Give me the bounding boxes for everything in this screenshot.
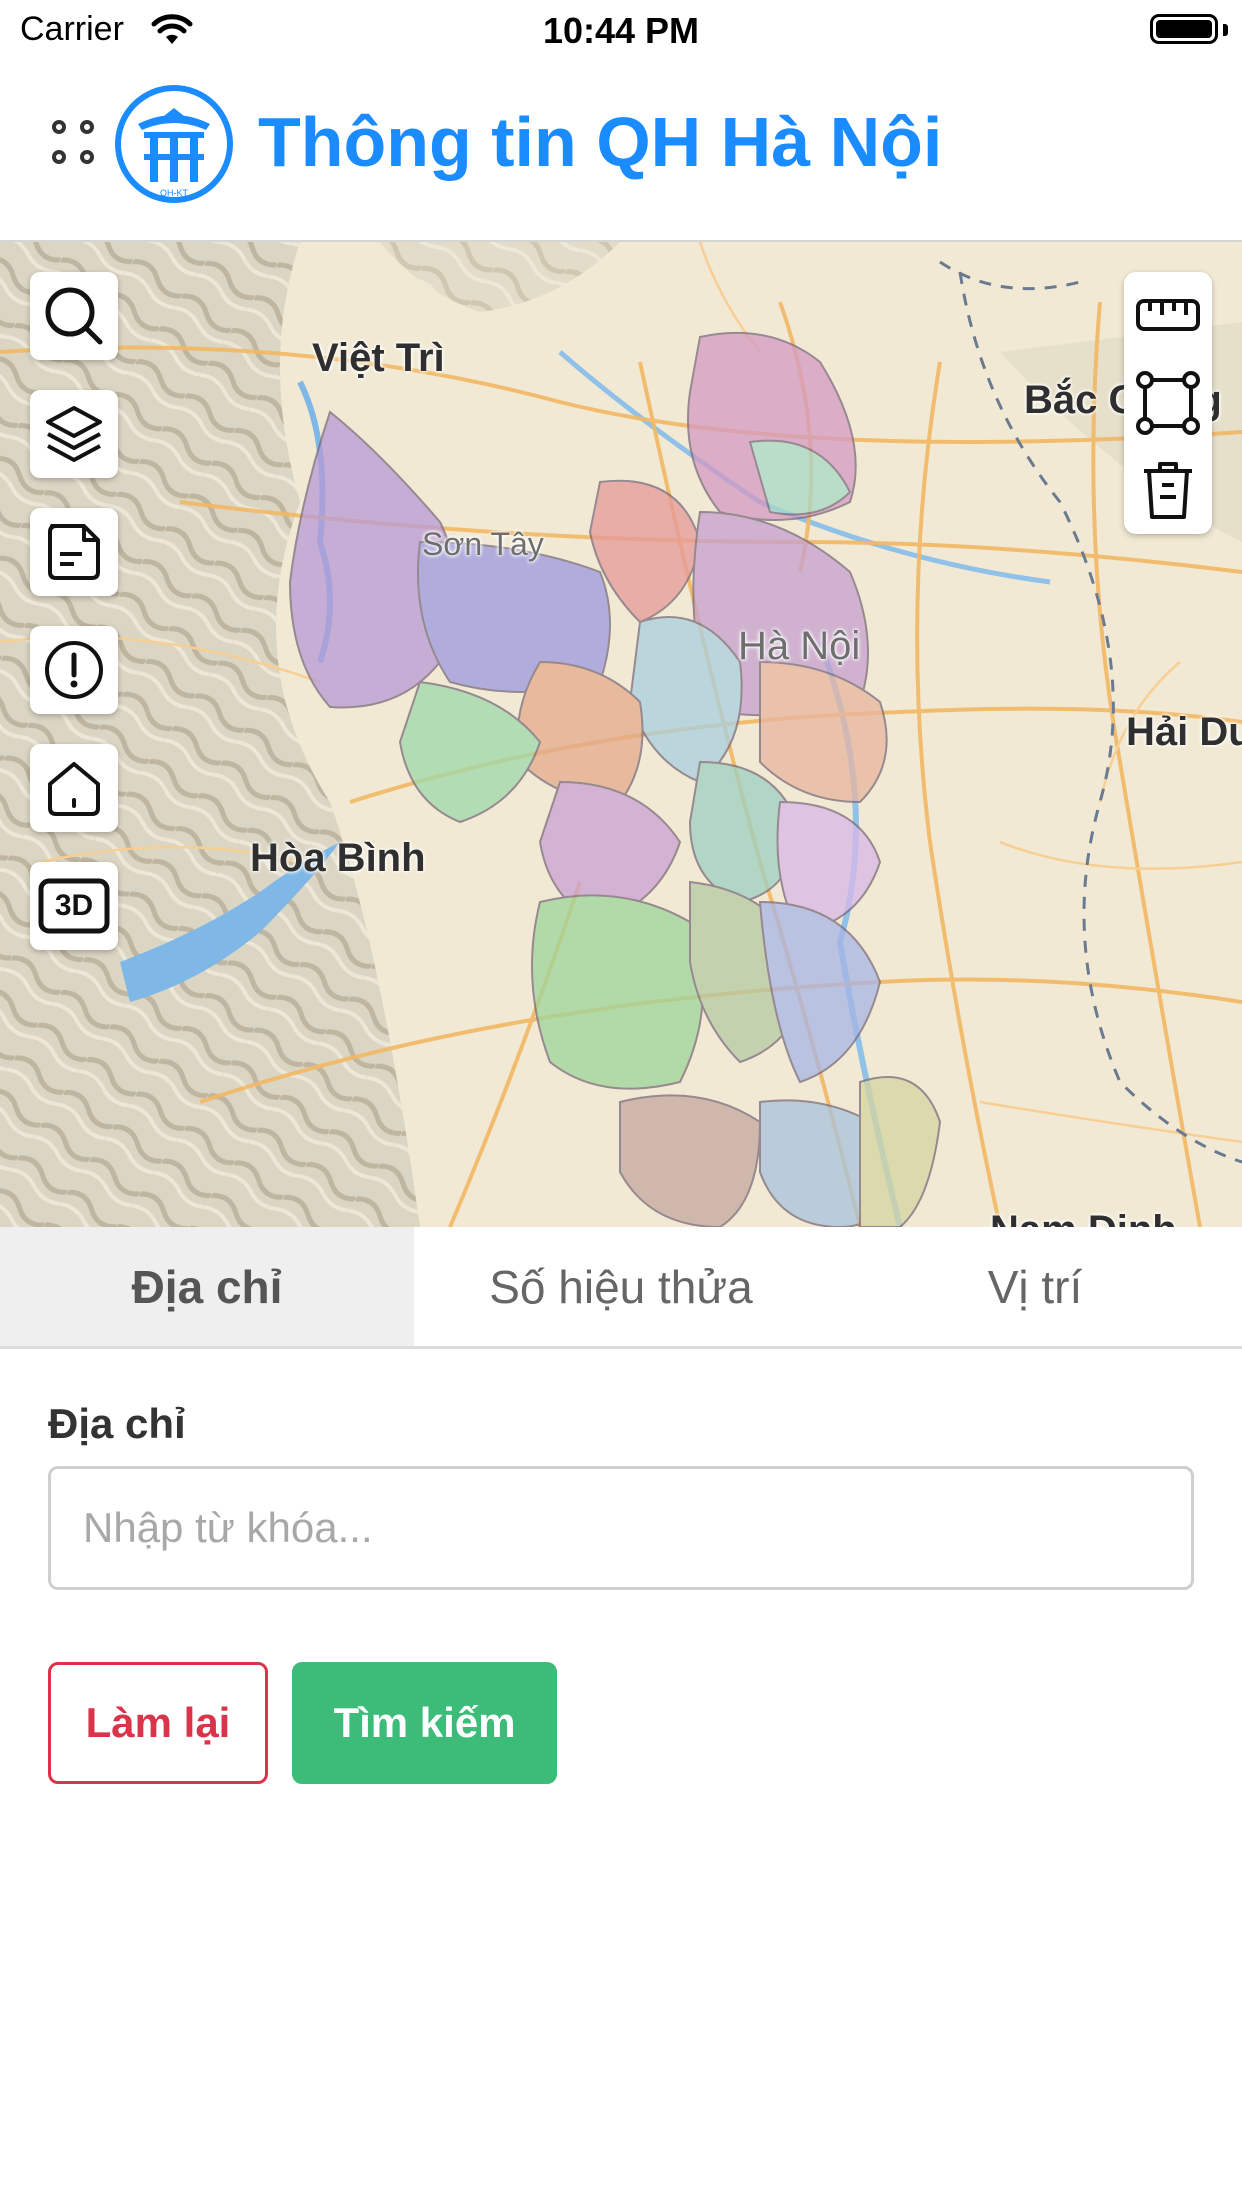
note-icon (48, 524, 100, 580)
address-field-label: Địa chỉ (48, 1400, 186, 1447)
layers-icon (46, 406, 102, 462)
measure-tool-panel (1124, 272, 1212, 534)
map-label-ha-noi: Hà Nội (738, 624, 861, 668)
layers-button[interactable] (30, 390, 118, 478)
address-search-input[interactable] (48, 1466, 1194, 1590)
hanoi-logo-icon: QH-KT (115, 85, 233, 203)
app-header: QH-KT Thông tin QH Hà Nội (0, 62, 1242, 242)
clear-drawing-button[interactable] (1124, 448, 1212, 534)
search-icon (45, 287, 103, 345)
reset-button[interactable]: Làm lại (48, 1662, 268, 1784)
polygon-select-icon (1136, 371, 1200, 435)
search-button[interactable]: Tìm kiếm (292, 1662, 557, 1784)
search-mode-tabs: Địa chỉ Số hiệu thửa Vị trí (0, 1227, 1242, 1349)
logo-text: QH-KT (160, 188, 189, 198)
map-label-son-tay: Sơn Tây (422, 526, 544, 562)
battery-icon (1150, 14, 1218, 44)
tab-address[interactable]: Địa chỉ (0, 1227, 414, 1346)
3d-toggle-button[interactable]: 3D (30, 862, 118, 950)
map-label-hoa-binh: Hòa Bình (250, 836, 426, 880)
alert-button[interactable] (30, 626, 118, 714)
map-label-viet-tri: Việt Trì (312, 336, 445, 380)
polygon-select-button[interactable] (1124, 360, 1212, 446)
menu-grid-icon[interactable] (52, 120, 108, 180)
search-map-button[interactable] (30, 272, 118, 360)
status-bar: Carrier 10:44 PM (0, 0, 1242, 62)
alert-icon (45, 641, 103, 699)
home-button[interactable] (30, 744, 118, 832)
app-title: Thông tin QH Hà Nội (258, 103, 943, 181)
map-label-hai-duong: Hải Dư (1126, 710, 1242, 754)
battery-cap (1223, 24, 1228, 36)
ruler-icon (1136, 299, 1200, 331)
clock: 10:44 PM (542, 10, 700, 51)
note-button[interactable] (30, 508, 118, 596)
tab-parcel-number[interactable]: Số hiệu thửa (414, 1227, 828, 1346)
map-view[interactable]: Việt Trì Bắc Giang Sơn Tây Hà Nội Hải Dư… (0, 242, 1242, 1227)
home-icon (48, 762, 100, 816)
trash-icon (1144, 462, 1192, 519)
ruler-button[interactable] (1124, 272, 1212, 358)
map-label-nam-dinh: Nam Định (990, 1208, 1177, 1227)
3d-label: 3D (54, 889, 94, 922)
tab-location[interactable]: Vị trí (828, 1227, 1242, 1346)
